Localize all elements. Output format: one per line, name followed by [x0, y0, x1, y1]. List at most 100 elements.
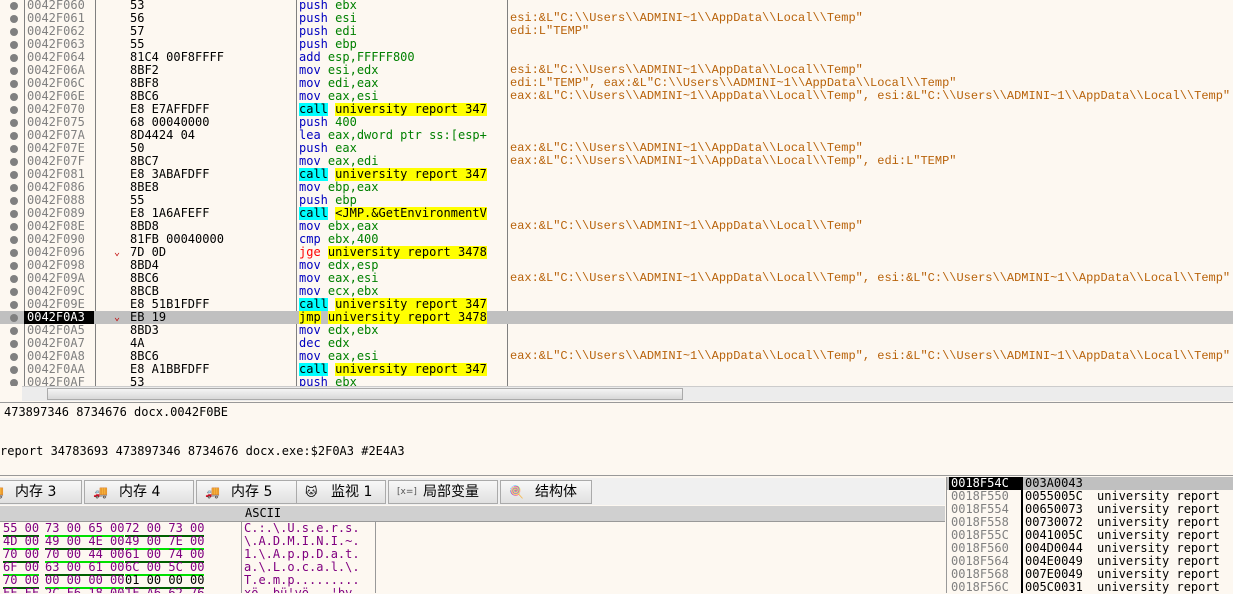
stack-row[interactable]: 0018F56C 005C0031 university report	[947, 581, 1233, 594]
disasm-row[interactable]: 0042F0A5 8BD3 mov edx,ebx	[0, 324, 1233, 337]
breakpoint-gutter[interactable]	[0, 12, 24, 25]
breakpoint-gutter[interactable]	[0, 298, 24, 311]
operands: esi	[335, 12, 357, 25]
hex-row[interactable]: FF FF 2C F6 18 00 1F A6 62 76 xö..bü¦vö...¦…	[0, 586, 380, 594]
breakpoint-dot-icon[interactable]	[10, 67, 18, 75]
operands: eax,esi	[327, 350, 379, 363]
breakpoint-dot-icon[interactable]	[10, 340, 18, 348]
disasm-row[interactable]: 0042F090 81FB 00040000 cmp ebx,400	[0, 233, 1233, 246]
breakpoint-dot-icon[interactable]	[10, 15, 18, 23]
breakpoint-dot-icon[interactable]	[10, 132, 18, 140]
breakpoint-dot-icon[interactable]	[10, 197, 18, 205]
instruction: call university report 347	[299, 168, 506, 181]
breakpoint-gutter[interactable]	[0, 272, 24, 285]
breakpoint-gutter[interactable]	[0, 194, 24, 207]
breakpoint-dot-icon[interactable]	[10, 288, 18, 296]
breakpoint-dot-icon[interactable]	[10, 106, 18, 114]
disasm-row[interactable]: 0042F096 ⌄ 7D 0D jge university report 3478	[0, 246, 1233, 259]
breakpoint-gutter[interactable]	[0, 246, 24, 259]
breakpoint-dot-icon[interactable]	[10, 223, 18, 231]
breakpoint-dot-icon[interactable]	[10, 353, 18, 361]
breakpoint-dot-icon[interactable]	[10, 236, 18, 244]
breakpoint-gutter[interactable]	[0, 311, 24, 324]
breakpoint-dot-icon[interactable]	[10, 80, 18, 88]
breakpoint-dot-icon[interactable]	[10, 249, 18, 257]
breakpoint-dot-icon[interactable]	[10, 327, 18, 335]
breakpoint-gutter[interactable]	[0, 103, 24, 116]
breakpoint-gutter[interactable]	[0, 38, 24, 51]
breakpoint-gutter[interactable]	[0, 155, 24, 168]
breakpoint-dot-icon[interactable]	[10, 184, 18, 192]
disasm-row[interactable]: 0042F061 56 push esi esi:&L"C:\\Users\\ADMI…	[0, 12, 1233, 25]
instruction: call university report 347	[299, 298, 506, 311]
breakpoint-gutter[interactable]	[0, 25, 24, 38]
hex-dump[interactable]: 55 00 73 00 65 00 72 00 73 00 C.:.\.U.s.e.r…	[0, 522, 945, 593]
tab-label: 结构体	[535, 484, 577, 500]
breakpoint-dot-icon[interactable]	[10, 145, 18, 153]
breakpoint-dot-icon[interactable]	[10, 275, 18, 283]
memory-icon: 🚚	[93, 485, 108, 499]
stack-view[interactable]: 0018F54C 003A0043 0018F550 0055005C universi…	[946, 477, 1233, 594]
breakpoint-dot-icon[interactable]	[10, 379, 18, 386]
breakpoint-dot-icon[interactable]	[10, 158, 18, 166]
disasm-row[interactable]: 0042F09E E8 51B1FDFF call university repor…	[0, 298, 1233, 311]
breakpoint-dot-icon[interactable]	[10, 28, 18, 36]
instruction: mov eax,esi	[299, 350, 506, 363]
breakpoint-dot-icon[interactable]	[10, 2, 18, 10]
breakpoint-gutter[interactable]	[0, 64, 24, 77]
breakpoint-gutter[interactable]	[0, 0, 24, 12]
breakpoint-gutter[interactable]	[0, 51, 24, 64]
breakpoint-dot-icon[interactable]	[10, 93, 18, 101]
breakpoint-gutter[interactable]	[0, 90, 24, 103]
breakpoint-dot-icon[interactable]	[10, 119, 18, 127]
breakpoint-dot-icon[interactable]	[10, 262, 18, 270]
mnemonic: push	[299, 116, 328, 129]
breakpoint-gutter[interactable]	[0, 142, 24, 155]
operands: eax	[335, 142, 357, 155]
tab-1[interactable]: 🚚 内存 3	[0, 480, 82, 504]
disasm-row[interactable]: 0042F0AA E8 A1BBFDFF call university repor…	[0, 363, 1233, 376]
tab-3[interactable]: 🚚 内存 5	[196, 480, 306, 504]
breakpoint-gutter[interactable]	[0, 350, 24, 363]
mnemonic: jmp	[299, 311, 321, 324]
breakpoint-dot-icon[interactable]	[10, 54, 18, 62]
disasm-row[interactable]: 0042F081 E8 3ABAFDFF call university repor…	[0, 168, 1233, 181]
breakpoint-dot-icon[interactable]	[10, 301, 18, 309]
breakpoint-gutter[interactable]	[0, 363, 24, 376]
disasm-row[interactable]: 0042F0AF 53 push ebx	[0, 376, 1233, 386]
breakpoint-gutter[interactable]	[0, 181, 24, 194]
breakpoint-dot-icon[interactable]	[10, 210, 18, 218]
tab-4[interactable]: 🐱 监视 1	[296, 480, 386, 504]
breakpoint-gutter[interactable]	[0, 337, 24, 350]
tab-6[interactable]: 🍭 结构体	[500, 480, 592, 504]
breakpoint-gutter[interactable]	[0, 233, 24, 246]
breakpoint-gutter[interactable]	[0, 376, 24, 386]
mnemonic: mov	[299, 90, 321, 103]
tab-5[interactable]: [x=] 局部变量	[388, 480, 498, 504]
disasm-row[interactable]: 0042F09A 8BC6 mov eax,esi eax:&L"C:\\Users\…	[0, 272, 1233, 285]
disasm-row[interactable]: 0042F062 57 push edi edi:L"TEMP"	[0, 25, 1233, 38]
breakpoint-gutter[interactable]	[0, 220, 24, 233]
breakpoint-gutter[interactable]	[0, 259, 24, 272]
operands: ebx,eax	[327, 220, 379, 233]
breakpoint-gutter[interactable]	[0, 129, 24, 142]
breakpoint-gutter[interactable]	[0, 168, 24, 181]
disasm-row[interactable]: 0042F086 8BE8 mov ebp,eax	[0, 181, 1233, 194]
breakpoint-gutter[interactable]	[0, 285, 24, 298]
breakpoint-gutter[interactable]	[0, 324, 24, 337]
breakpoint-dot-icon[interactable]	[10, 314, 18, 322]
breakpoint-gutter[interactable]	[0, 207, 24, 220]
breakpoint-dot-icon[interactable]	[10, 366, 18, 374]
horizontal-scrollbar[interactable]	[22, 386, 1233, 401]
scrollbar-thumb[interactable]	[47, 388, 683, 400]
mnemonic: mov	[299, 77, 321, 90]
breakpoint-gutter[interactable]	[0, 116, 24, 129]
breakpoint-gutter[interactable]	[0, 77, 24, 90]
operands: edx,esp	[327, 259, 379, 272]
disasm-row[interactable]: 0042F0A3 ⌄ EB 19 jmp university report 3478	[0, 311, 1233, 324]
ascii-text: xö..bü¦vö...¦bv	[244, 586, 353, 594]
disassembly-view[interactable]: 0042F060 53 push ebx 0042F061 56 push esi esi:…	[0, 0, 1233, 386]
tab-2[interactable]: 🚚 内存 4	[84, 480, 194, 504]
breakpoint-dot-icon[interactable]	[10, 171, 18, 179]
breakpoint-dot-icon[interactable]	[10, 41, 18, 49]
